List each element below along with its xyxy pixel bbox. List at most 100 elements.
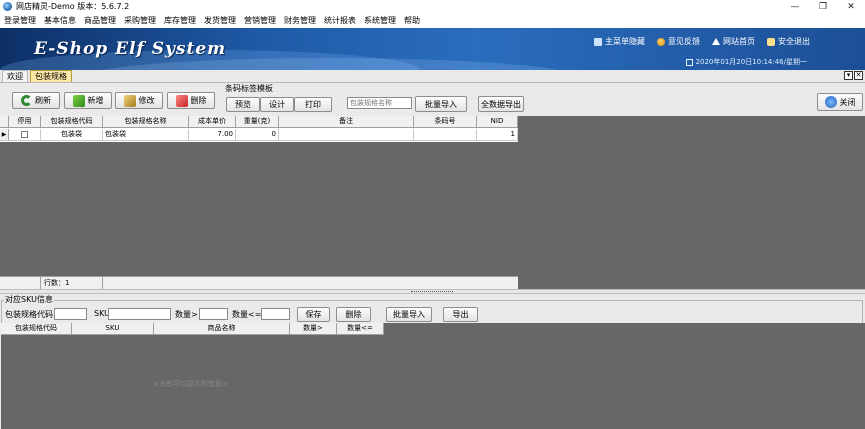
refresh-label: 刷新 [35, 96, 51, 105]
datetime-text: 2020年01月20日10:14:46/星期一 [695, 58, 807, 66]
banner-links: 主菜单隐藏 意见反馈 网站首页 安全退出 [594, 36, 810, 47]
sku-export-button[interactable]: 导出 [443, 307, 478, 322]
tab-welcome[interactable]: 欢迎 [2, 70, 28, 82]
main-menu-toggle-link[interactable]: 主菜单隐藏 [594, 36, 645, 47]
grid-header: 停用 包装规格代码 包装规格名称 成本单价 重量(克) 备注 条码号 NID [0, 116, 518, 128]
design-button[interactable]: 设计 [260, 97, 294, 112]
home-link[interactable]: 网站首页 [712, 36, 755, 47]
sku-col-product-name[interactable]: 商品名称 [154, 323, 290, 334]
brand-logo: E-Shop Elf System [34, 39, 227, 59]
add-icon [72, 94, 85, 107]
cell-cost[interactable]: 7.00 [189, 129, 236, 140]
menu-reports[interactable]: 统计报表 [320, 15, 360, 26]
col-cost[interactable]: 成本单价 [189, 116, 236, 127]
tab-packaging[interactable]: 包装规格 [30, 70, 72, 82]
feedback-label: 意见反馈 [668, 37, 700, 46]
cell-remark[interactable] [279, 129, 414, 140]
new-button[interactable]: 新增 [64, 92, 112, 109]
tab-list-button[interactable]: ▾ [844, 71, 853, 80]
window-title: 网店精灵-Demo 版本：5.6.7.2 [16, 2, 130, 11]
disabled-checkbox[interactable] [21, 130, 28, 138]
qty-le-input[interactable] [261, 308, 290, 320]
cell-nid[interactable]: 1 [477, 129, 518, 140]
menu-basic-info[interactable]: 基本信息 [40, 15, 80, 26]
menu-system[interactable]: 系统管理 [360, 15, 400, 26]
sku-col-sku[interactable]: SKU [72, 323, 154, 334]
col-disabled[interactable]: 停用 [9, 116, 41, 127]
refresh-button[interactable]: 刷新 [12, 92, 60, 109]
close-page-button[interactable]: 关闭 [817, 93, 863, 111]
menu-shipping[interactable]: 发货管理 [200, 15, 240, 26]
datetime-display: 2020年01月20日10:14:46/星期一 [685, 57, 807, 67]
banner: E-Shop Elf System 主菜单隐藏 意见反馈 网站首页 安全退出 2… [0, 28, 865, 70]
toolbar: 刷新 新增 修改 删除 条码标签模板 预览 设计 打印 批量导入 全数据导出 关… [0, 83, 865, 116]
row-count: 行数：1 [41, 277, 103, 289]
export-all-button[interactable]: 全数据导出 [478, 96, 524, 112]
table-row[interactable]: ▶ 包装袋 包装袋 7.00 0 1 [0, 129, 518, 141]
menu-finance[interactable]: 财务管理 [280, 15, 320, 26]
delete-button[interactable]: 删除 [167, 92, 215, 109]
sku-legend: 对应SKU信息 [4, 294, 54, 305]
qty-le-label: 数量<= [232, 310, 262, 319]
col-barcode[interactable]: 条码号 [414, 116, 477, 127]
sku-delete-button[interactable]: 删除 [336, 307, 371, 322]
app-logo-icon [3, 2, 12, 11]
home-label: 网站首页 [723, 37, 755, 46]
sku-input[interactable] [108, 308, 171, 320]
code-input[interactable] [54, 308, 87, 320]
power-icon [824, 96, 837, 108]
cell-disabled[interactable] [9, 129, 41, 140]
edit-button[interactable]: 修改 [115, 92, 163, 109]
splitter-grip[interactable] [411, 291, 453, 293]
row-indicator-header [0, 116, 9, 127]
cell-barcode[interactable] [414, 129, 477, 140]
logout-link[interactable]: 安全退出 [767, 36, 810, 47]
package-name-search-input[interactable] [347, 97, 412, 109]
grid-empty-area [0, 142, 518, 276]
sku-col-qty-gt[interactable]: 数量> [290, 323, 337, 334]
main-menu-toggle-label: 主菜单隐藏 [605, 37, 645, 46]
qty-gt-label: 数量> [175, 310, 198, 319]
cell-weight[interactable]: 0 [236, 129, 279, 140]
lock-icon [767, 37, 775, 46]
restore-button[interactable]: ❐ [809, 0, 837, 13]
edit-label: 修改 [138, 96, 155, 105]
menu-help[interactable]: 帮助 [400, 15, 424, 26]
menu-inventory[interactable]: 库存管理 [160, 15, 200, 26]
grid-area: 停用 包装规格代码 包装规格名称 成本单价 重量(克) 备注 条码号 NID ▶… [0, 116, 865, 289]
edit-icon [123, 94, 136, 107]
col-code[interactable]: 包装规格代码 [41, 116, 103, 127]
menu-marketing[interactable]: 营销管理 [240, 15, 280, 26]
close-button[interactable]: ✕ [837, 0, 865, 13]
menu-login[interactable]: 登录管理 [0, 15, 40, 26]
logout-label: 安全退出 [778, 37, 810, 46]
close-page-label: 关闭 [839, 97, 856, 107]
sku-grid-header: 包装规格代码 SKU 商品名称 数量> 数量<= [1, 323, 384, 335]
menu-purchase[interactable]: 采购管理 [120, 15, 160, 26]
col-remark[interactable]: 备注 [279, 116, 414, 127]
delete-icon [175, 94, 188, 107]
sku-save-button[interactable]: 保存 [297, 307, 330, 322]
qty-gt-input[interactable] [199, 308, 228, 320]
row-pointer-icon: ▶ [0, 129, 9, 140]
col-weight[interactable]: 重量(克) [236, 116, 279, 127]
col-nid[interactable]: NID [477, 116, 518, 127]
cell-code[interactable]: 包装袋 [41, 129, 103, 140]
sku-batch-import-button[interactable]: 批量导入 [386, 307, 432, 322]
delete-label: 删除 [190, 96, 207, 105]
home-icon [712, 38, 720, 45]
packaging-grid: 停用 包装规格代码 包装规格名称 成本单价 重量(克) 备注 条码号 NID ▶… [0, 116, 518, 289]
sku-col-code[interactable]: 包装规格代码 [1, 323, 72, 334]
menu-products[interactable]: 商品管理 [80, 15, 120, 26]
feedback-link[interactable]: 意见反馈 [657, 36, 700, 47]
empty-hint: <没有可以显示的信息> [153, 380, 228, 388]
batch-import-button[interactable]: 批量导入 [415, 96, 467, 112]
sku-col-qty-le[interactable]: 数量<= [337, 323, 384, 334]
cell-name[interactable]: 包装袋 [103, 129, 189, 140]
print-button[interactable]: 打印 [294, 97, 332, 112]
minimize-button[interactable]: — [781, 0, 809, 13]
tab-close-button[interactable]: ✕ [854, 71, 863, 80]
col-name[interactable]: 包装规格名称 [103, 116, 189, 127]
title-bar: 网店精灵-Demo 版本：5.6.7.2 — ❐ ✕ [0, 0, 865, 13]
preview-button[interactable]: 预览 [226, 97, 260, 112]
